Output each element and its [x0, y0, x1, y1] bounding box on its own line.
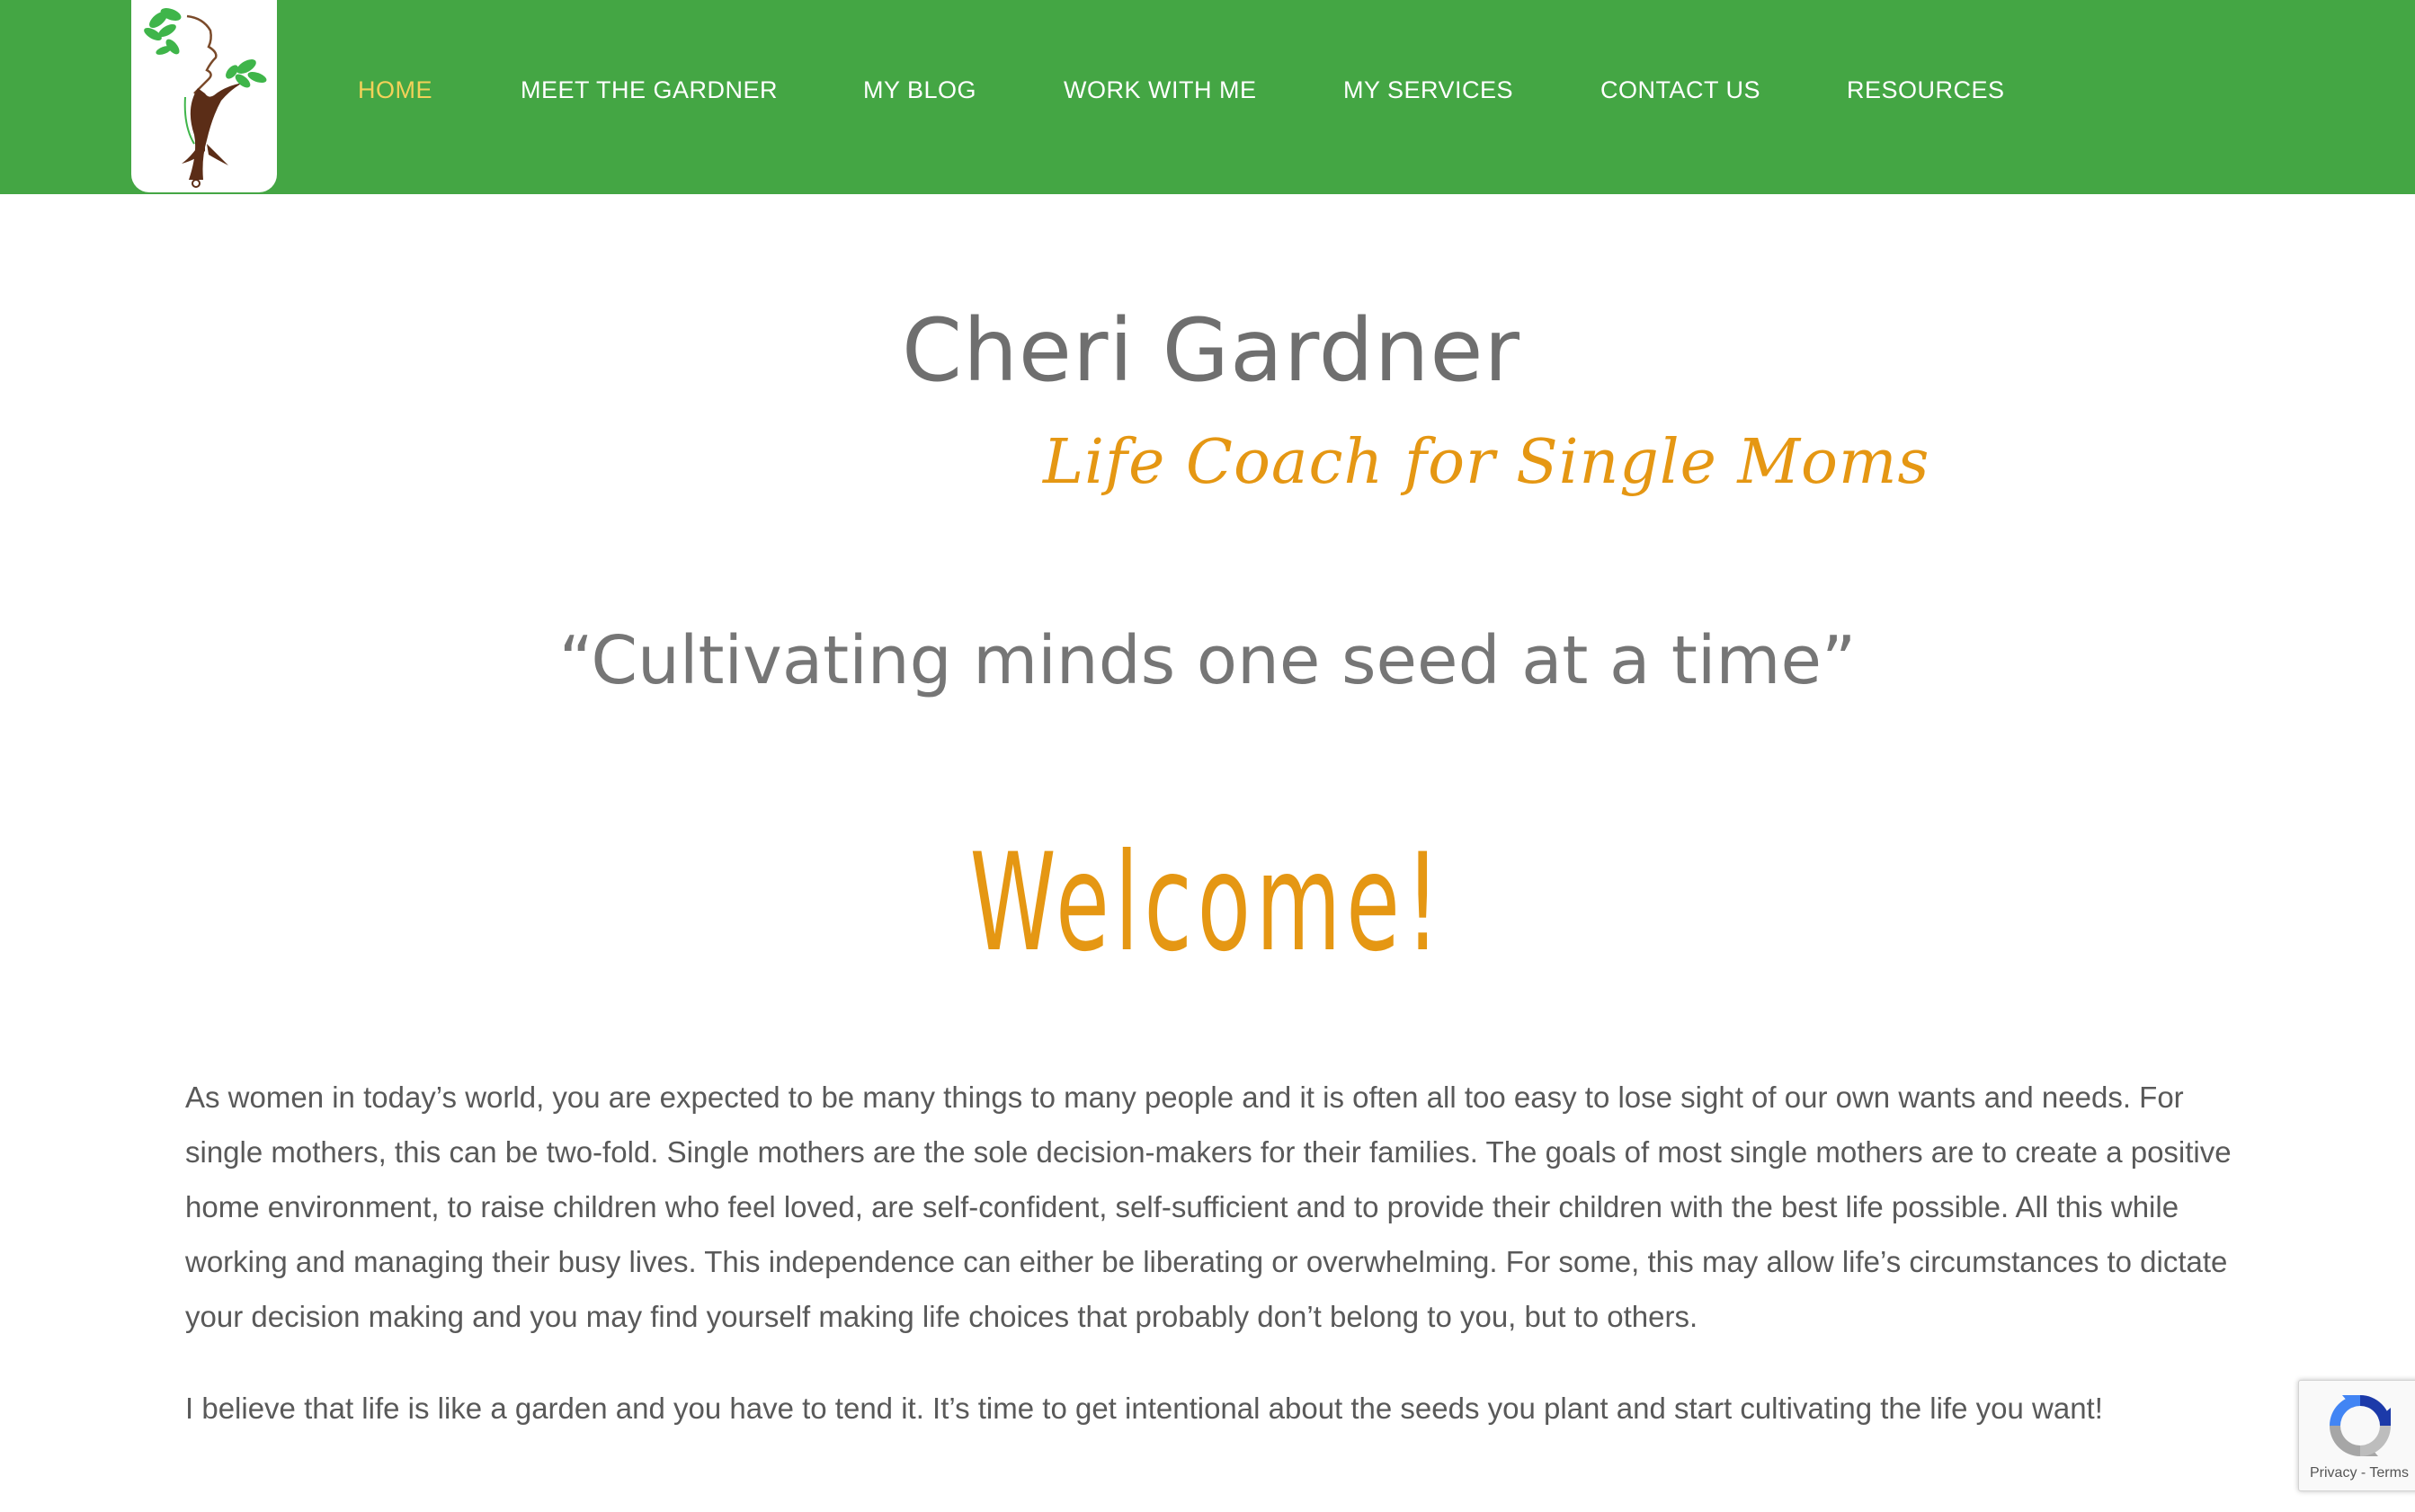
nav-meet-the-gardner[interactable]: MEET THE GARDNER	[521, 70, 778, 110]
nav-my-blog[interactable]: MY BLOG	[863, 70, 976, 110]
site-tagline: Life Coach for Single Moms	[1043, 427, 1930, 498]
nav-resources[interactable]: RESOURCES	[1847, 70, 2005, 110]
welcome-heading: Welcome!	[969, 825, 1446, 982]
motto-quote: “Cultivating minds one seed at a time”	[558, 622, 1857, 699]
recaptcha-separator: -	[2357, 1465, 2370, 1481]
intro-paragraph: As women in today’s world, you are expec…	[185, 1081, 2232, 1333]
recaptcha-privacy-link[interactable]: Privacy	[2310, 1465, 2357, 1481]
nav-work-with-me[interactable]: WORK WITH ME	[1064, 70, 1256, 110]
nav-my-services[interactable]: MY SERVICES	[1343, 70, 1513, 110]
recaptcha-links: Privacy - Terms	[2310, 1465, 2409, 1481]
site-header: HOME MEET THE GARDNER MY BLOG WORK WITH …	[0, 0, 2415, 194]
intro-content: As women in today’s world, you are expec…	[185, 1070, 2235, 1472]
nav-home[interactable]: HOME	[358, 70, 432, 110]
nav-contact-us[interactable]: CONTACT US	[1600, 70, 1760, 110]
page: HOME MEET THE GARDNER MY BLOG WORK WITH …	[0, 0, 2415, 1512]
site-name-text: Cheri Gardner	[902, 300, 1520, 401]
main-nav: HOME MEET THE GARDNER MY BLOG WORK WITH …	[0, 70, 2415, 110]
site-name: Cheri Gardner	[0, 297, 2415, 405]
closing-paragraph: I believe that life is like a garden and…	[185, 1392, 2103, 1425]
recaptcha-terms-link[interactable]: Terms	[2369, 1465, 2409, 1481]
recaptcha-icon	[2330, 1395, 2391, 1456]
recaptcha-badge[interactable]: Privacy - Terms	[2298, 1380, 2415, 1491]
